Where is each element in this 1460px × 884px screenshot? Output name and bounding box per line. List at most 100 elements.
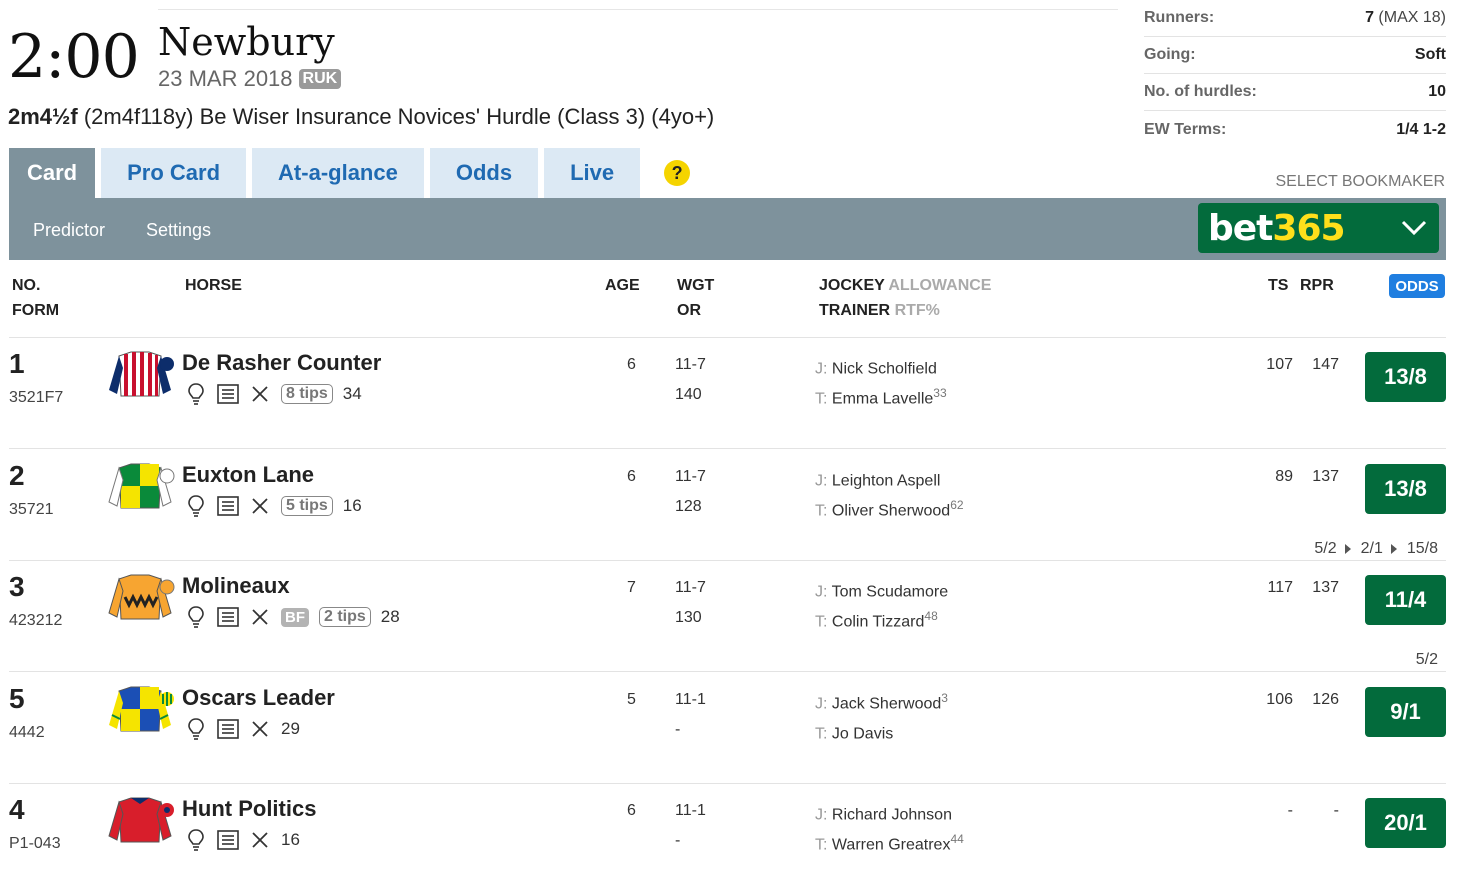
notes-icon[interactable] (217, 495, 239, 517)
info-value: 7 (MAX 18) (1365, 9, 1446, 27)
tab-live[interactable]: Live (544, 148, 641, 198)
trainer-name-link[interactable]: Warren Greatrex (832, 836, 951, 853)
header-or: OR (677, 302, 701, 319)
horse-name-link[interactable]: Euxton Lane (182, 462, 314, 488)
notes-icon[interactable] (217, 606, 239, 628)
close-icon[interactable] (249, 829, 271, 851)
help-icon[interactable]: ? (664, 160, 691, 186)
sub-navigation-bar: Predictor Settings bet365 (9, 198, 1446, 260)
race-title: (2m4f118y) Be Wiser Insurance Novices' H… (83, 104, 715, 129)
subnav-settings[interactable]: Settings (146, 220, 211, 241)
runner-row: 2 35721 Euxton Lane 5 tips 16 6 11-7 128 J: Leig… (9, 450, 1446, 561)
odds-button[interactable]: 20/1 (1365, 798, 1446, 848)
runner-row: 3 423212 Molineaux BF 2 tips 28 7 11-7 130 J: Tom… (9, 561, 1446, 672)
jockey-silks-icon (105, 462, 175, 514)
lightbulb-icon[interactable] (185, 829, 207, 851)
runner-icons: 16 (185, 829, 300, 851)
runner-rating: 29 (281, 719, 300, 738)
lightbulb-icon[interactable] (185, 495, 207, 517)
runner-age: 5 (627, 691, 636, 708)
odds-button[interactable]: 11/4 (1365, 575, 1446, 625)
tab-odds[interactable]: Odds (429, 148, 539, 198)
runner-ts: 89 (1275, 468, 1293, 485)
lightbulb-icon[interactable] (185, 606, 207, 628)
race-course[interactable]: Newbury (158, 20, 335, 64)
trainer-rtf: 33 (933, 386, 947, 400)
notes-icon[interactable] (217, 718, 239, 740)
race-description: 2m4½f (2m4f118y) Be Wiser Insurance Novi… (8, 104, 714, 130)
odds-button[interactable]: 13/8 (1365, 464, 1446, 514)
trainer-prefix: T: (815, 390, 828, 408)
trainer-name-link[interactable]: Oliver Sherwood (832, 502, 950, 519)
tips-badge[interactable]: 8 tips (281, 384, 333, 404)
close-icon[interactable] (249, 718, 271, 740)
runner-official-rating: - (675, 832, 681, 849)
subnav-predictor[interactable]: Predictor (33, 220, 105, 241)
column-header-no-form: NO. FORM (12, 273, 59, 323)
tips-badge[interactable]: 2 tips (319, 607, 371, 627)
runner-icons: 5 tips 16 (185, 495, 362, 517)
jockey: J: Tom Scudamore (815, 579, 948, 601)
notes-icon[interactable] (217, 829, 239, 851)
jockey-silks-icon (105, 796, 175, 848)
jockey-name-link[interactable]: Leighton Aspell (832, 472, 941, 489)
trainer-name-link[interactable]: Colin Tizzard (832, 613, 924, 630)
info-label: No. of hurdles: (1144, 83, 1257, 100)
bookmaker-selector[interactable]: bet365 (1198, 203, 1439, 253)
racecard-tabs: Card Pro Card At-a-glance Odds Live ? (9, 148, 691, 198)
runner-form: 3521F7 (9, 389, 64, 406)
runner-rating: 16 (342, 496, 362, 515)
jockey-prefix: J: (815, 360, 828, 378)
arrow-right-icon (1344, 544, 1351, 554)
runners-count: 7 (1365, 9, 1374, 26)
tab-card[interactable]: Card (9, 148, 96, 198)
header-odds[interactable]: ODDS (1389, 274, 1445, 298)
close-icon[interactable] (249, 606, 271, 628)
odds-button[interactable]: 13/8 (1365, 352, 1446, 402)
horse-name-link[interactable]: Molineaux (182, 573, 290, 599)
close-icon[interactable] (249, 383, 271, 405)
horse-name-link[interactable]: Oscars Leader (182, 685, 335, 711)
runner-rpr: - (1333, 802, 1339, 819)
runner-official-rating: 128 (675, 498, 702, 515)
runner-rating: 34 (342, 384, 362, 403)
info-label: Runners: (1144, 9, 1215, 26)
jockey-name-link[interactable]: Nick Scholfield (832, 360, 937, 377)
runner-weight: 11-1 (675, 802, 706, 819)
jockey-prefix: J: (815, 806, 828, 824)
header-rpr: RPR (1300, 277, 1334, 294)
trainer: T: Colin Tizzard48 (815, 609, 938, 631)
trainer-prefix: T: (815, 613, 828, 631)
jockey-name-link[interactable]: Jack Sherwood (832, 695, 941, 712)
trainer: T: Oliver Sherwood62 (815, 498, 964, 520)
jockey-name-link[interactable]: Tom Scudamore (832, 583, 949, 600)
horse-name-link[interactable]: Hunt Politics (182, 796, 316, 822)
odds-movement-price: 2/1 (1360, 540, 1383, 557)
horse-name-link[interactable]: De Rasher Counter (182, 350, 381, 376)
race-date-line: 23 MAR 2018 RUK (158, 66, 342, 92)
chevron-down-icon (1401, 220, 1427, 236)
trainer-name-link[interactable]: Jo Davis (832, 725, 893, 742)
column-header-wgt-or: WGT OR (677, 273, 714, 323)
tab-pro-card[interactable]: Pro Card (101, 148, 247, 198)
notes-icon[interactable] (217, 383, 239, 405)
lightbulb-icon[interactable] (185, 383, 207, 405)
runner-official-rating: 140 (675, 386, 702, 403)
jockey: J: Leighton Aspell (815, 468, 940, 490)
trainer-name-link[interactable]: Emma Lavelle (832, 390, 933, 407)
runner-icons: 29 (185, 718, 300, 740)
close-icon[interactable] (249, 495, 271, 517)
race-info-panel: Runners: 7 (MAX 18) Going: Soft No. of h… (1144, 0, 1446, 148)
tips-badge[interactable]: 5 tips (281, 496, 333, 516)
odds-button[interactable]: 9/1 (1365, 687, 1446, 737)
runner-age: 6 (627, 802, 636, 819)
bookmaker-logo-part1: bet (1208, 207, 1273, 249)
runner-rating: 16 (281, 830, 300, 849)
jockey-name-link[interactable]: Richard Johnson (832, 806, 952, 823)
tab-at-a-glance[interactable]: At-a-glance (252, 148, 424, 198)
trainer-prefix: T: (815, 836, 828, 854)
info-value: 1/4 1-2 (1396, 120, 1446, 138)
lightbulb-icon[interactable] (185, 718, 207, 740)
info-hurdles: No. of hurdles: 10 (1144, 74, 1446, 111)
tv-channel-badge: RUK (298, 69, 342, 89)
